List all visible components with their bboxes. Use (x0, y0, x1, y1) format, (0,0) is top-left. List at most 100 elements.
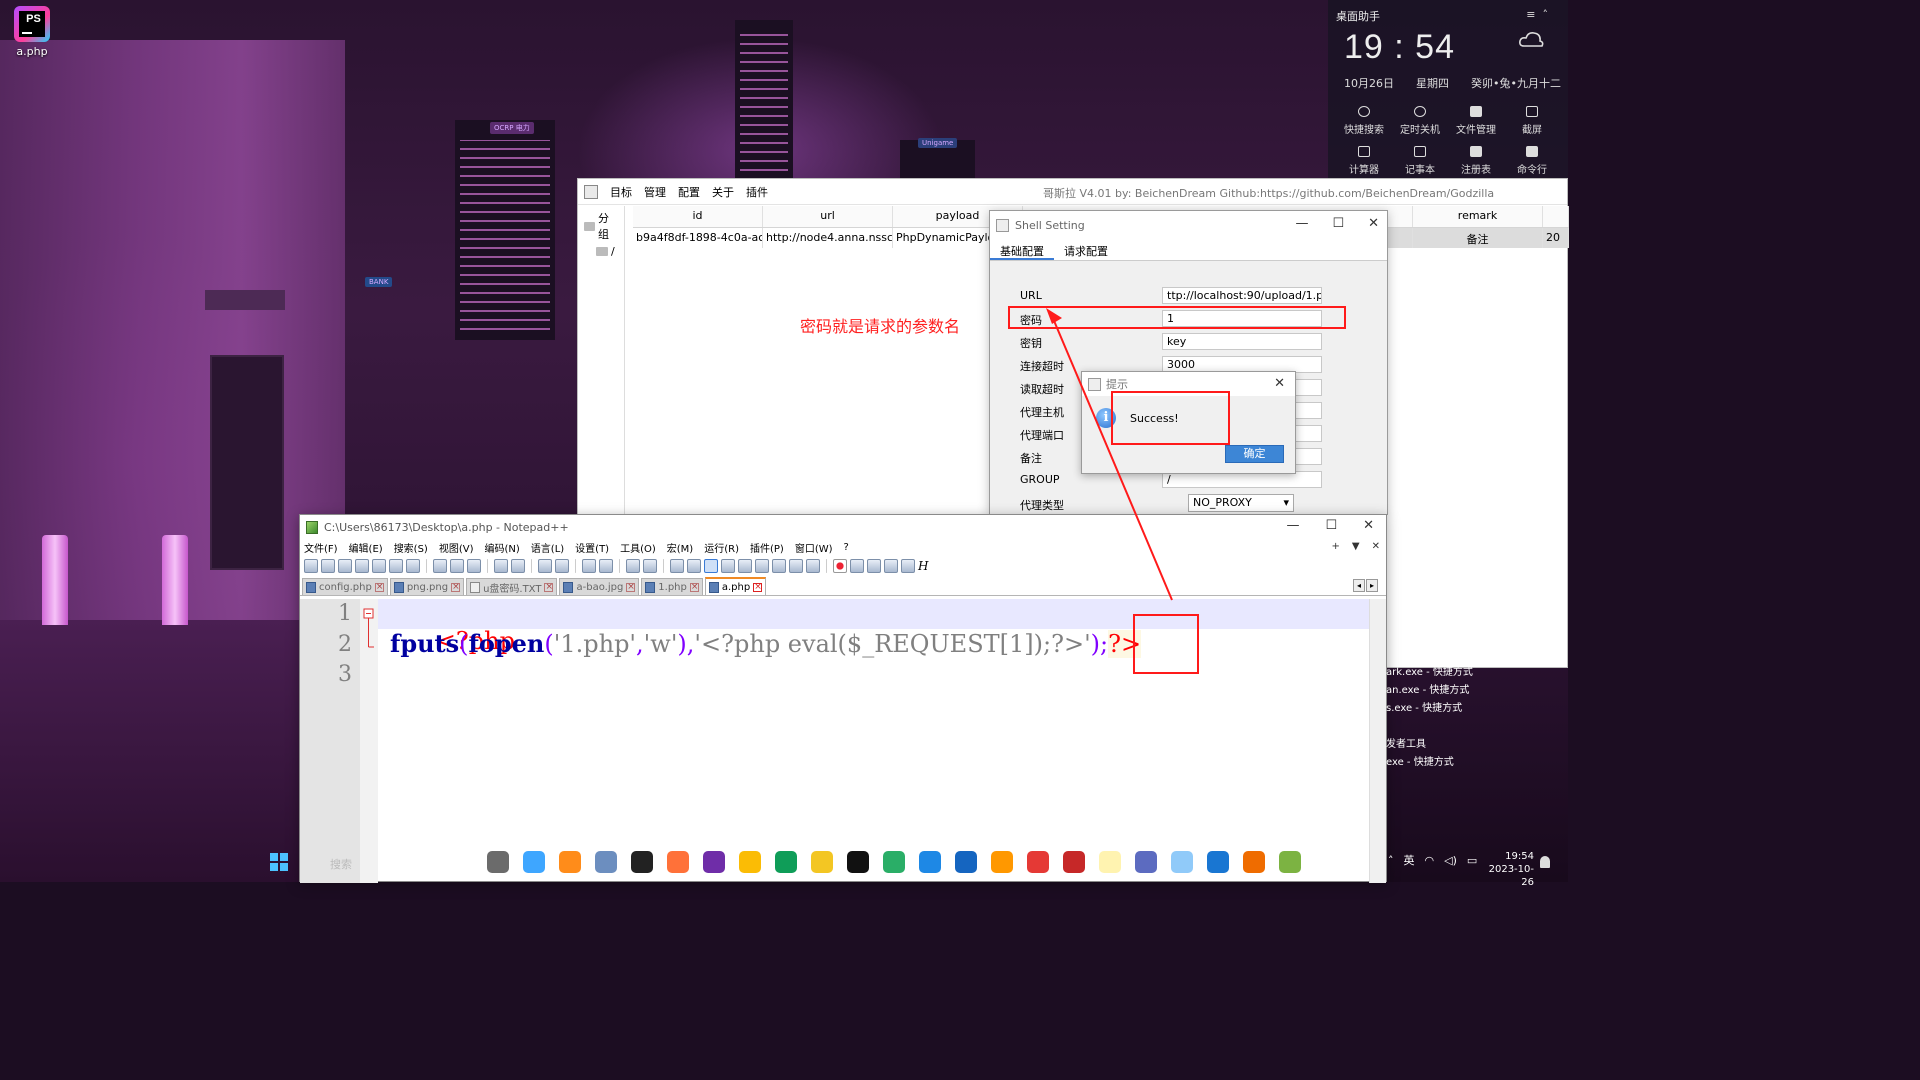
taskbar-app-icon[interactable] (1207, 851, 1229, 873)
replace-icon[interactable] (555, 559, 569, 573)
tool-command-line[interactable]: 命令行 (1504, 146, 1560, 176)
taskbar-app-icon[interactable] (883, 851, 905, 873)
open-file-icon[interactable] (321, 559, 335, 573)
taskbar-app-icon[interactable] (919, 851, 941, 873)
column-header-remark[interactable]: remark (1413, 206, 1543, 227)
menu-target[interactable]: 目标 (610, 184, 632, 200)
tab-a-bao-jpg[interactable]: a-bao.jpg × (559, 578, 640, 595)
menu-config[interactable]: 配置 (678, 184, 700, 200)
taskbar-app-icon[interactable] (523, 851, 545, 873)
doc-map-icon[interactable] (738, 559, 752, 573)
code-editor[interactable]: 1 2 3 <?php fputs(fopen('1.php','w'),'<?… (300, 599, 1370, 883)
maximize-icon[interactable]: ☐ (1332, 216, 1344, 231)
sync-vertical-icon[interactable] (626, 559, 640, 573)
url-field[interactable]: ttp://localhost:90/upload/1.php (1162, 287, 1322, 304)
print-icon[interactable] (406, 559, 420, 573)
doc-list-icon[interactable] (755, 559, 769, 573)
menu-manage[interactable]: 管理 (644, 184, 666, 200)
taskbar-app-icon[interactable] (1135, 851, 1157, 873)
secret-key-field[interactable]: key (1162, 333, 1322, 350)
taskbar-app-icon[interactable] (595, 851, 617, 873)
close-icon[interactable]: ✕ (1368, 216, 1379, 231)
tool-calculator[interactable]: 计算器 (1336, 146, 1392, 176)
menu-plugins[interactable]: 插件 (746, 184, 768, 200)
new-tab-icon[interactable]: + (1332, 541, 1340, 552)
taskbar-app-icon[interactable] (667, 851, 689, 873)
windows-start-icon[interactable] (270, 853, 288, 871)
taskbar-app-icon[interactable] (991, 851, 1013, 873)
stop-macro-icon[interactable] (850, 559, 864, 573)
chevron-up-icon[interactable]: ˄ (1388, 854, 1394, 867)
tool-screenshot[interactable]: 截屏 (1504, 106, 1560, 136)
new-file-icon[interactable] (304, 559, 318, 573)
menu-about[interactable]: 关于 (712, 184, 734, 200)
wifi-icon[interactable]: ◠ (1425, 854, 1435, 867)
show-all-chars-icon[interactable] (687, 559, 701, 573)
close-icon[interactable]: × (626, 582, 636, 592)
redo-icon[interactable] (511, 559, 525, 573)
column-header-url[interactable]: url (763, 206, 893, 227)
desktop-icon-a-php[interactable]: PS a.php (10, 6, 54, 58)
taskbar-app-icon[interactable] (811, 851, 833, 873)
tab-list-icon[interactable]: ▼ (1352, 541, 1360, 552)
widget-menu-icon[interactable]: ≡ ˄ (1526, 8, 1548, 21)
close-doc-icon[interactable]: ✕ (1372, 541, 1380, 552)
close-icon[interactable]: × (753, 582, 763, 592)
close-icon[interactable]: ✕ (1274, 376, 1285, 391)
zoom-out-icon[interactable] (599, 559, 613, 573)
play-macro-icon[interactable] (867, 559, 881, 573)
maximize-icon[interactable]: ☐ (1325, 518, 1337, 533)
tool-notepad[interactable]: 记事本 (1392, 146, 1448, 176)
menu-settings[interactable]: 设置(T) (575, 540, 609, 555)
function-list-icon[interactable] (772, 559, 786, 573)
word-wrap-icon[interactable] (670, 559, 684, 573)
menu-tools[interactable]: 工具(O) (620, 540, 656, 555)
taskbar-app-icon[interactable] (487, 851, 509, 873)
taskbar-app-icon[interactable] (703, 851, 725, 873)
close-icon[interactable]: × (374, 582, 384, 592)
tool-file-manager[interactable]: 文件管理 (1448, 106, 1504, 136)
tool-shutdown-timer[interactable]: 定时关机 (1392, 106, 1448, 136)
taskbar-app-icon[interactable] (1027, 851, 1049, 873)
taskbar-app-icon[interactable] (1171, 851, 1193, 873)
menu-edit[interactable]: 编辑(E) (349, 540, 383, 555)
save-all-icon[interactable] (355, 559, 369, 573)
close-file-icon[interactable] (372, 559, 386, 573)
record-macro-icon[interactable] (833, 559, 847, 573)
tab-config-php[interactable]: config.php × (302, 578, 388, 595)
hex-editor-icon[interactable]: H (918, 559, 932, 573)
taskbar-app-icon[interactable] (1063, 851, 1085, 873)
tool-registry[interactable]: 注册表 (1448, 146, 1504, 176)
monitoring-icon[interactable] (806, 559, 820, 573)
taskbar-app-icon[interactable] (775, 851, 797, 873)
menu-window[interactable]: 窗口(W) (795, 540, 833, 555)
menu-view[interactable]: 视图(V) (439, 540, 474, 555)
chevron-right-icon[interactable]: ▸ (1366, 579, 1378, 592)
tab-request-config[interactable]: 请求配置 (1054, 239, 1118, 260)
taskbar-app-icon[interactable] (559, 851, 581, 873)
taskbar-app-icon[interactable] (955, 851, 977, 873)
undo-icon[interactable] (494, 559, 508, 573)
zoom-in-icon[interactable] (582, 559, 596, 573)
save-icon[interactable] (338, 559, 352, 573)
udl-icon[interactable] (721, 559, 735, 573)
menu-help[interactable]: ? (844, 542, 849, 553)
minimize-icon[interactable]: — (1286, 518, 1299, 533)
battery-icon[interactable]: ▭ (1467, 854, 1477, 867)
paste-icon[interactable] (467, 559, 481, 573)
menu-file[interactable]: 文件(F) (304, 540, 338, 555)
close-icon[interactable]: × (451, 582, 461, 592)
menu-encoding[interactable]: 编码(N) (485, 540, 520, 555)
taskbar-app-icon[interactable] (847, 851, 869, 873)
taskbar-search[interactable]: 搜索 (330, 856, 352, 872)
ime-indicator[interactable]: 英 (1404, 852, 1415, 868)
shortcut-item[interactable]: ark.exe - 快捷方式 (1386, 664, 1568, 682)
vertical-scrollbar[interactable] (1369, 599, 1386, 883)
find-icon[interactable] (538, 559, 552, 573)
folder-workspace-icon[interactable] (789, 559, 803, 573)
close-icon[interactable]: × (544, 582, 554, 592)
cut-icon[interactable] (433, 559, 447, 573)
menu-search[interactable]: 搜索(S) (394, 540, 428, 555)
close-all-icon[interactable] (389, 559, 403, 573)
shortcut-item[interactable]: s.exe - 快捷方式 (1386, 700, 1568, 718)
